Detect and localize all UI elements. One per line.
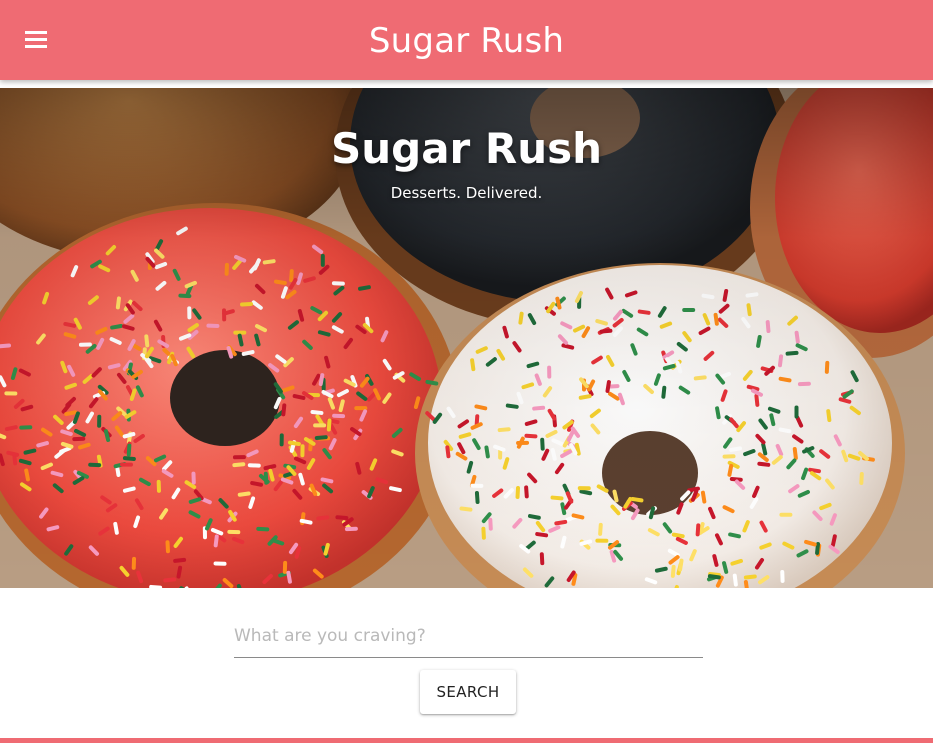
footer-bar	[0, 738, 933, 743]
hero-banner: Sugar Rush Desserts. Delivered.	[0, 88, 933, 588]
hero-title: Sugar Rush	[330, 124, 603, 173]
app-bar: Sugar Rush	[0, 0, 933, 80]
app-title: Sugar Rush	[368, 21, 565, 61]
search-input[interactable]	[234, 614, 703, 658]
hero-subtitle: Desserts. Delivered.	[390, 184, 543, 202]
search-button[interactable]: SEARCH	[420, 670, 516, 714]
